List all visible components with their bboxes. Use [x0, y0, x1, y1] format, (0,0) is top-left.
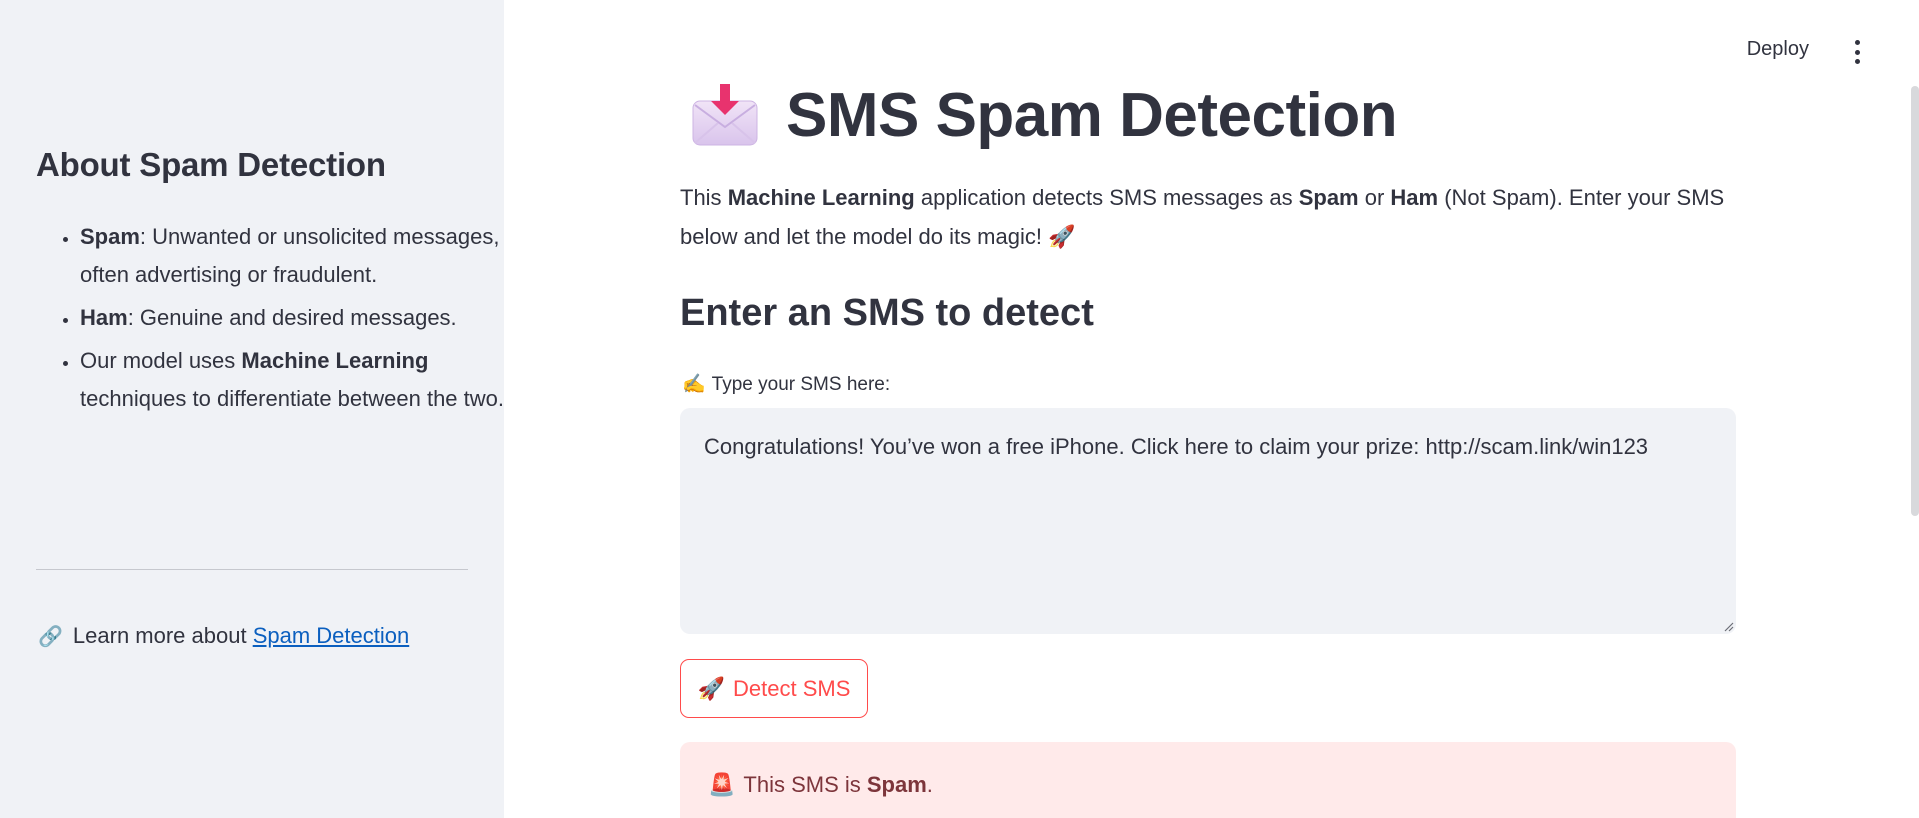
intro-bold-ml: Machine Learning [727, 185, 915, 210]
sms-input-label-text: Type your SMS here: [711, 374, 891, 395]
detect-sms-button[interactable]: 🚀 Detect SMS [680, 659, 868, 718]
intro-paragraph: This Machine Learning application detect… [680, 178, 1740, 256]
scrollbar[interactable] [1911, 86, 1919, 516]
section-title: Enter an SMS to detect [680, 292, 1094, 334]
main-content: Deploy SMS Spam Detection This Machine L… [504, 0, 1919, 818]
result-label: Spam [866, 772, 927, 797]
definition-ham: : Genuine and desired messages. [127, 305, 457, 330]
rocket-icon: 🚀 [697, 675, 726, 701]
list-item-ham: Ham: Genuine and desired messages. [80, 299, 520, 337]
main-menu-kebab-icon[interactable] [1847, 40, 1867, 64]
sms-textarea[interactable] [680, 408, 1736, 634]
sidebar: About Spam Detection Spam: Unwanted or u… [0, 0, 504, 818]
intro-text-3: or [1358, 185, 1391, 210]
model-text: techniques to differentiate between the … [80, 386, 504, 411]
intro-bold-spam: Spam [1298, 185, 1359, 210]
result-prefix: This SMS is [743, 772, 867, 797]
result-suffix: . [926, 772, 933, 797]
link-icon: 🔗 [38, 626, 63, 648]
spam-detection-link[interactable]: Spam Detection [253, 623, 410, 648]
list-item-spam: Spam: Unwanted or unsolicited messages, … [80, 218, 520, 294]
sms-input-label: ✍️ Type your SMS here: [682, 372, 890, 396]
detect-sms-label: Detect SMS [733, 675, 851, 701]
result-alert: 🚨 This SMS is Spam. [680, 742, 1736, 818]
page-title: SMS Spam Detection [786, 81, 1398, 150]
term-spam: Spam [80, 224, 140, 249]
list-item-model: Our model uses Machine Learning techniqu… [80, 342, 520, 418]
deploy-button[interactable]: Deploy [1747, 38, 1809, 61]
definition-spam: : Unwanted or unsolicited messages, ofte… [80, 224, 500, 287]
intro-bold-ham: Ham [1390, 185, 1439, 210]
app-root: About Spam Detection Spam: Unwanted or u… [0, 0, 1919, 818]
model-prefix: Our model uses [80, 348, 242, 373]
sms-input-container [680, 408, 1736, 634]
intro-text-1: This [680, 185, 728, 210]
incoming-envelope-icon [690, 81, 760, 151]
intro-text-2: application detects SMS messages as [914, 185, 1299, 210]
learn-more: 🔗 Learn more about Spam Detection [38, 623, 409, 649]
resize-handle-icon[interactable] [1722, 620, 1734, 632]
sidebar-divider [36, 569, 468, 570]
title-row: SMS Spam Detection [690, 80, 1398, 151]
result-text: 🚨 This SMS is Spam. [708, 772, 933, 798]
learn-more-prefix: Learn more about [72, 623, 253, 648]
writing-hand-icon: ✍️ [682, 374, 706, 395]
term-machine-learning: Machine Learning [241, 348, 429, 373]
sidebar-info-list: Spam: Unwanted or unsolicited messages, … [36, 218, 520, 423]
sidebar-title: About Spam Detection [36, 146, 386, 183]
siren-icon: 🚨 [708, 772, 736, 797]
term-ham: Ham [80, 305, 128, 330]
